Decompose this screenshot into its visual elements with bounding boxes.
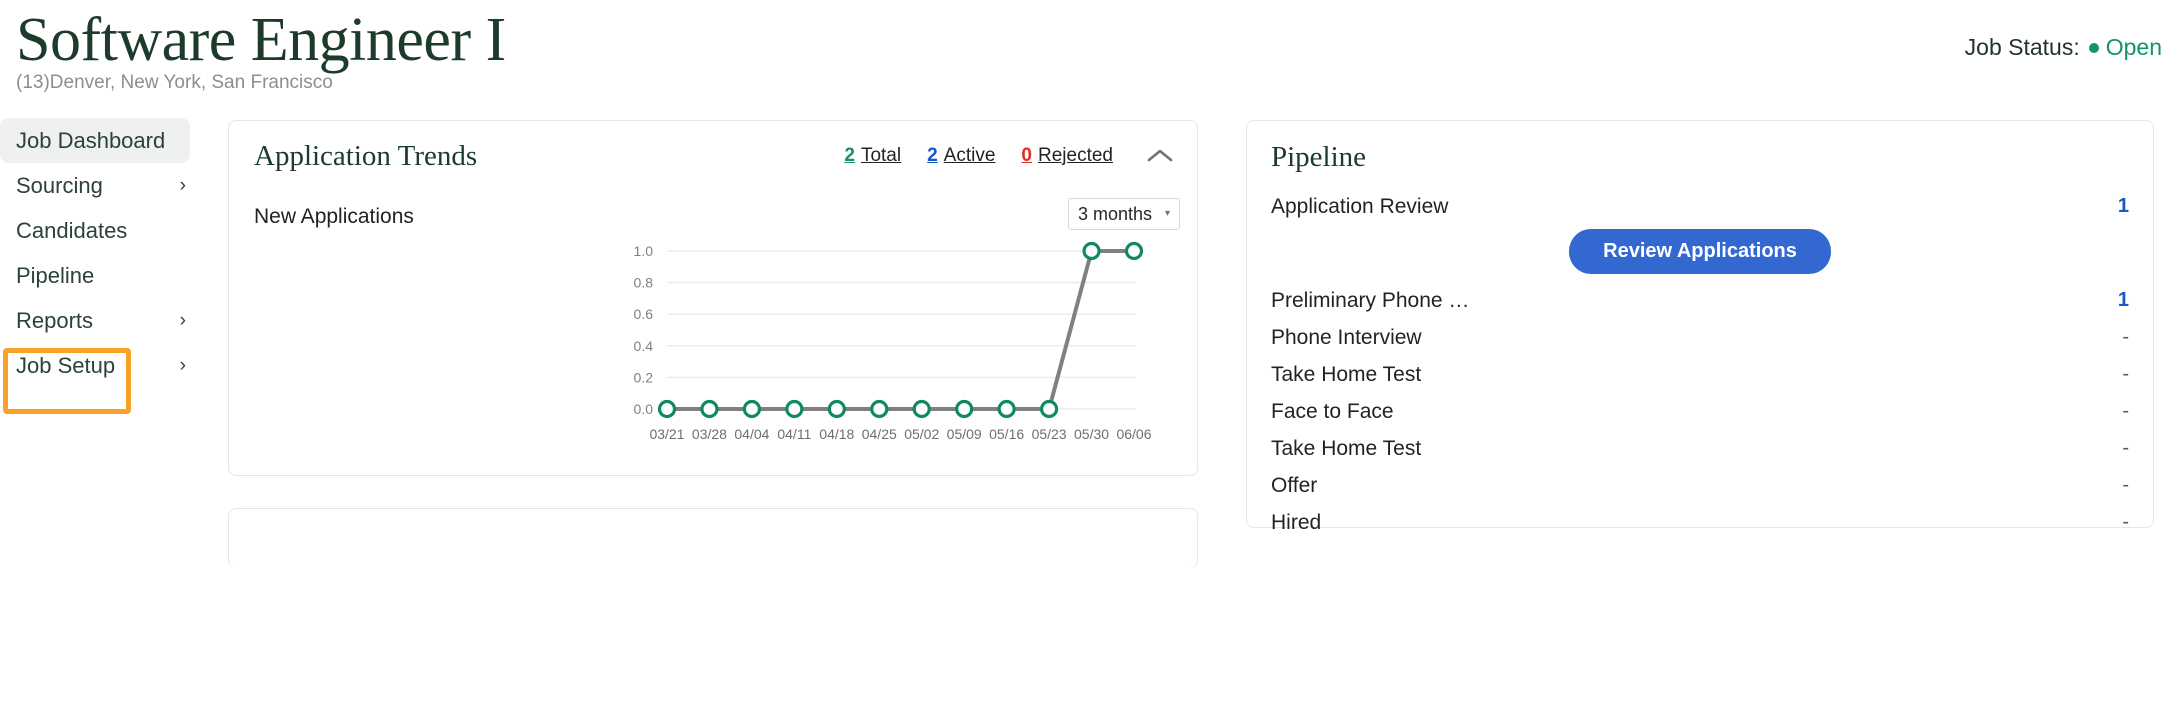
svg-text:06/06: 06/06: [1116, 426, 1151, 442]
svg-text:04/25: 04/25: [862, 426, 897, 442]
pipeline-stage-count: -: [2122, 437, 2129, 459]
page-root: Software Engineer I (13)Denver, New York…: [0, 0, 2172, 728]
sidebar-item-job-dashboard[interactable]: Job Dashboard: [0, 118, 190, 163]
sidebar-item-candidates[interactable]: Candidates: [0, 208, 210, 253]
application-trends-title: Application Trends: [254, 139, 478, 172]
stat-active[interactable]: 2 Active: [927, 145, 995, 167]
pipeline-stage-label: Preliminary Phone …: [1271, 288, 1470, 312]
svg-text:0.8: 0.8: [634, 275, 654, 291]
series-label: New Applications: [254, 205, 414, 228]
pipeline-stage-phone-interview[interactable]: Phone Interview -: [1271, 319, 2129, 356]
line-chart-svg: 0.0 0.2 0.4 0.6 0.8 1.0 03/21 03/28 04/04 04/11 04…: [634, 241, 1152, 442]
application-trends-header: Application Trends 2 Total 2 Active 0 Rejec…: [229, 121, 1197, 191]
svg-text:03/28: 03/28: [692, 426, 727, 442]
pipeline-panel-title: Pipeline: [1271, 141, 1367, 173]
sidebar-item-label: Candidates: [16, 217, 128, 243]
application-trends-chart: 0.0 0.2 0.4 0.6 0.8 1.0 03/21 03/28 04/04 04/11 04…: [229, 235, 1199, 467]
chevron-up-icon[interactable]: [1147, 143, 1173, 169]
pipeline-stage-count: -: [2122, 363, 2129, 385]
job-locations-subtitle: (13)Denver, New York, San Francisco: [16, 72, 333, 93]
pipeline-stage-application-review[interactable]: Application Review 1: [1271, 188, 2129, 225]
chevron-right-icon: ›: [179, 310, 186, 331]
pipeline-stage-hired[interactable]: Hired -: [1271, 504, 2129, 541]
page-title: Software Engineer I: [16, 6, 506, 74]
svg-text:05/02: 05/02: [904, 426, 939, 442]
sidebar-nav: Job Dashboard Sourcing › Candidates Pipe…: [0, 118, 210, 414]
svg-text:04/18: 04/18: [819, 426, 854, 442]
pipeline-stage-count: 1: [2117, 195, 2129, 217]
sidebar-item-job-setup[interactable]: Job Setup ›: [0, 343, 210, 388]
chevron-right-icon: ›: [179, 175, 186, 196]
pipeline-stage-face-to-face[interactable]: Face to Face -: [1271, 393, 2129, 430]
stat-total-label: Total: [860, 145, 902, 166]
svg-text:0.4: 0.4: [634, 338, 654, 354]
sidebar-item-label: Job Setup: [16, 352, 116, 378]
stat-total[interactable]: 2 Total: [844, 145, 901, 167]
job-status-label: Job Status:: [1964, 34, 2080, 60]
sidebar-item-label: Sourcing: [16, 172, 103, 198]
pipeline-stage-label: Face to Face: [1271, 399, 1394, 423]
stat-total-value: 2: [844, 145, 855, 166]
job-status: Job Status: Open: [1965, 34, 2162, 61]
svg-text:0.0: 0.0: [634, 401, 654, 417]
status-dot-icon: [2088, 42, 2099, 53]
pipeline-stage-count: -: [2122, 474, 2129, 496]
pipeline-stage-label: Take Home Test: [1271, 362, 1422, 386]
stat-active-label: Active: [943, 145, 996, 166]
svg-text:0.2: 0.2: [634, 369, 654, 385]
sidebar-item-label: Pipeline: [16, 262, 95, 288]
pipeline-stage-label: Offer: [1271, 473, 1318, 497]
pipeline-stage-count: 1: [2117, 289, 2129, 311]
svg-text:1.0: 1.0: [634, 243, 654, 259]
svg-text:05/16: 05/16: [989, 426, 1024, 442]
pipeline-stage-list: Application Review 1 Review Applications…: [1247, 174, 2153, 541]
pipeline-stage-label: Phone Interview: [1271, 325, 1422, 349]
pipeline-stage-label: Take Home Test: [1271, 436, 1422, 460]
pipeline-stage-preliminary-phone[interactable]: Preliminary Phone … 1: [1271, 282, 2129, 319]
stat-rejected-label: Rejected: [1038, 145, 1113, 166]
time-range-select[interactable]: 3 months ▾: [1068, 198, 1180, 230]
svg-text:05/30: 05/30: [1074, 426, 1109, 442]
pipeline-stage-label: Application Review: [1271, 194, 1449, 218]
page-header: Software Engineer I (13)Denver, New York…: [0, 0, 2172, 112]
secondary-card-partial: [228, 508, 1198, 568]
svg-text:05/09: 05/09: [947, 426, 982, 442]
svg-text:04/11: 04/11: [777, 426, 811, 442]
pipeline-stage-count: -: [2122, 400, 2129, 422]
chart-area: New Applications 3 months ▾ 0.0 0.2 0.4 0.6…: [229, 191, 1197, 471]
svg-text:04/04: 04/04: [734, 426, 769, 442]
pipeline-stage-take-home-test-1[interactable]: Take Home Test -: [1271, 356, 2129, 393]
pipeline-stage-label: Hired: [1271, 510, 1322, 534]
sidebar-item-label: Job Dashboard: [16, 127, 166, 153]
svg-text:05/23: 05/23: [1032, 426, 1067, 442]
pipeline-panel: Pipeline Application Review 1 Review App…: [1246, 120, 2154, 534]
sidebar-item-label: Reports: [16, 307, 94, 333]
stat-rejected[interactable]: 0 Rejected: [1021, 145, 1113, 167]
application-stats: 2 Total 2 Active 0 Rejected: [844, 143, 1173, 169]
svg-text:0.6: 0.6: [634, 306, 654, 322]
stat-active-value: 2: [927, 145, 938, 166]
pipeline-stage-offer[interactable]: Offer -: [1271, 467, 2129, 504]
application-trends-card: Application Trends 2 Total 2 Active 0 Rejec…: [228, 120, 1198, 476]
pipeline-stage-count: -: [2122, 326, 2129, 348]
review-applications-button[interactable]: Review Applications: [1569, 229, 1831, 274]
sidebar-item-sourcing[interactable]: Sourcing ›: [0, 163, 210, 208]
time-range-value: 3 months: [1078, 203, 1153, 224]
sidebar-item-pipeline[interactable]: Pipeline: [0, 253, 210, 298]
chevron-right-icon: ›: [179, 355, 186, 376]
pipeline-stage-count: -: [2122, 511, 2129, 533]
job-status-value: Open: [2105, 34, 2162, 60]
review-applications-button-wrap: Review Applications: [1271, 225, 2129, 282]
caret-down-icon: ▾: [1164, 208, 1170, 219]
sidebar-item-reports[interactable]: Reports ›: [0, 298, 210, 343]
pipeline-stage-take-home-test-2[interactable]: Take Home Test -: [1271, 430, 2129, 467]
svg-text:03/21: 03/21: [649, 426, 684, 442]
stat-rejected-value: 0: [1021, 145, 1032, 166]
sidebar-item-list: Job Dashboard Sourcing › Candidates Pipe…: [0, 118, 210, 388]
